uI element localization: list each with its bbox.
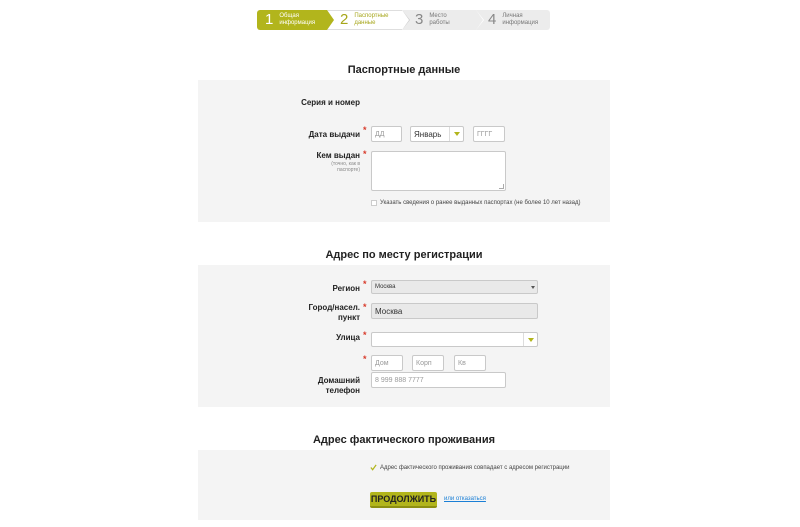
step-general-info[interactable]: 1 Общая информация — [257, 10, 334, 30]
region-select[interactable]: Москва — [371, 280, 538, 294]
issue-day-input[interactable]: ДД — [371, 126, 402, 142]
passport-section-title: Паспортные данные — [347, 64, 461, 76]
step-number: 4 — [488, 11, 497, 28]
required-mark: * — [363, 279, 367, 289]
phone-input[interactable]: 8 999 888 7777 — [371, 372, 506, 388]
required-mark: * — [363, 354, 367, 364]
decline-link[interactable]: или отказаться — [444, 496, 486, 502]
phone-label: Домашний телефон — [317, 376, 360, 395]
registration-section-title: Адрес по месту регистрации — [325, 249, 483, 261]
step-personal-info[interactable]: 4 Личная информация — [476, 10, 550, 30]
step-label: Общая информация — [279, 13, 316, 26]
house-input[interactable]: Дом — [371, 355, 403, 371]
issue-month-select[interactable]: Январь — [410, 126, 464, 142]
step-label: Место работы — [429, 13, 450, 26]
resize-handle-icon[interactable] — [499, 184, 504, 189]
street-select[interactable] — [371, 332, 538, 347]
region-value: Москва — [375, 284, 396, 290]
street-label: Улица — [336, 333, 360, 342]
issued-by-label: Кем выдан — [316, 151, 360, 160]
step-workplace[interactable]: 3 Место работы — [402, 10, 484, 30]
actual-panel — [198, 450, 610, 520]
issue-date-label: Дата выдачи — [308, 130, 360, 139]
issued-by-textarea[interactable] — [371, 151, 506, 191]
step-label: Личная информация — [502, 13, 539, 26]
region-label: Регион — [332, 284, 360, 293]
city-input[interactable]: Москва — [371, 303, 538, 319]
required-mark: * — [363, 125, 367, 135]
step-passport-data[interactable]: 2 Паспортные данные — [327, 10, 410, 30]
chevron-down-icon — [529, 281, 537, 293]
checkmark-icon[interactable] — [370, 464, 377, 471]
required-mark: * — [363, 330, 367, 340]
required-mark: * — [363, 302, 367, 312]
prev-passports-label: Указать сведения о ранее выданных паспор… — [380, 200, 581, 206]
issued-by-hint: (точно, как в паспорте) — [331, 161, 360, 173]
step-label: Паспортные данные — [354, 13, 389, 26]
issue-month-value: Январь — [414, 129, 442, 139]
same-address-label: Адрес фактического проживания совпадает … — [380, 465, 570, 471]
apartment-input[interactable]: Кв — [454, 355, 486, 371]
actual-section-title: Адрес фактического проживания — [312, 434, 495, 446]
city-label: Город/насел. пункт — [308, 303, 360, 322]
series-number-label: Серия и номер — [301, 98, 360, 107]
progress-stepper: 1 Общая информация 2 Паспортные данные 3… — [257, 10, 550, 30]
building-input[interactable]: Корп — [412, 355, 444, 371]
step-number: 1 — [265, 11, 274, 28]
step-number: 2 — [340, 11, 349, 28]
prev-passports-checkbox[interactable] — [371, 200, 377, 206]
issue-year-input[interactable]: ГГГГ — [473, 126, 505, 142]
continue-button[interactable]: ПРОДОЛЖИТЬ — [370, 492, 437, 508]
chevron-down-icon — [523, 333, 537, 346]
chevron-down-icon — [449, 127, 463, 141]
required-mark: * — [363, 149, 367, 159]
step-number: 3 — [415, 11, 424, 28]
